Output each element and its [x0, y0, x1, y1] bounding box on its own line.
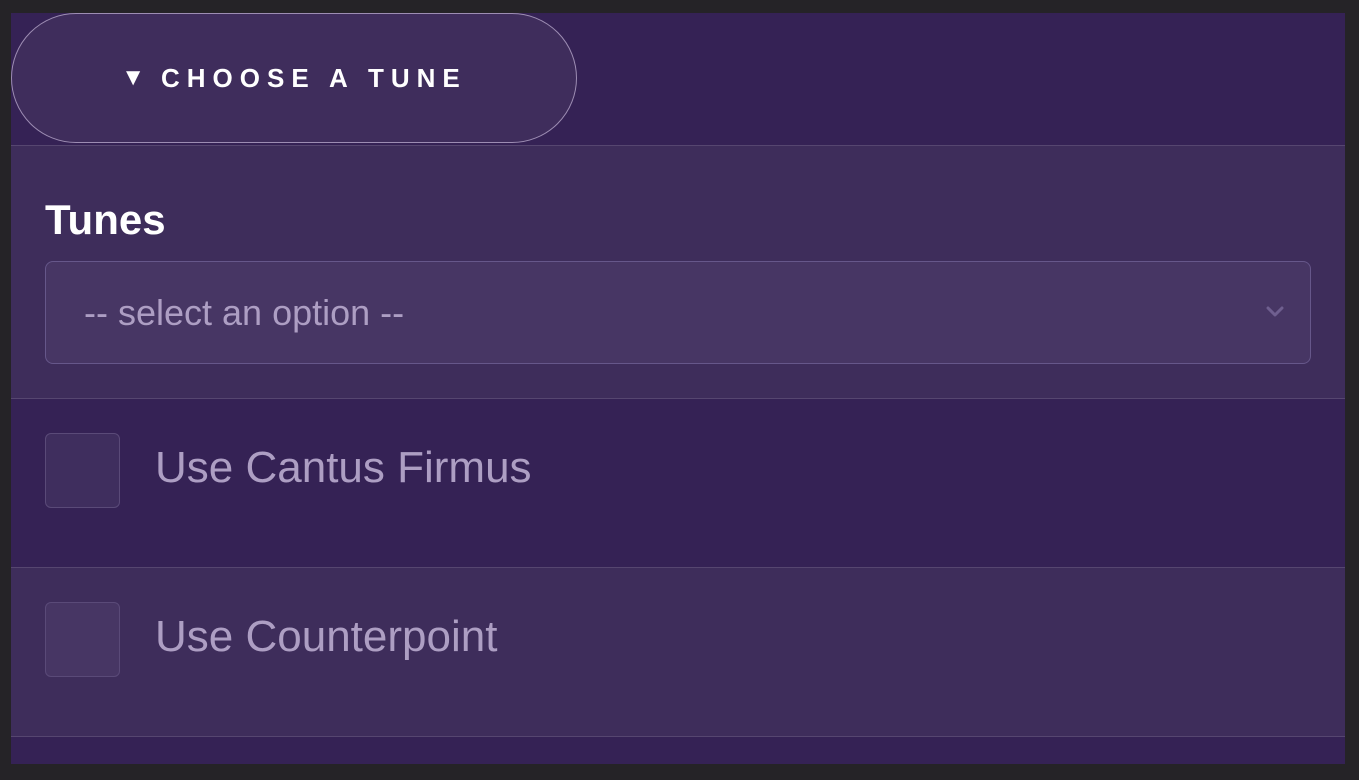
use-counterpoint-label[interactable]: Use Counterpoint	[155, 612, 497, 662]
use-cantus-firmus-label[interactable]: Use Cantus Firmus	[155, 443, 532, 493]
choose-a-tune-toggle-button[interactable]: ▼ CHOOSE A TUNE	[11, 13, 577, 143]
use-counterpoint-checkbox[interactable]	[45, 602, 120, 677]
chevron-down-icon	[1266, 306, 1284, 317]
next-row	[11, 736, 1345, 764]
tune-settings-panel: ▼ CHOOSE A TUNE Tunes -- select an optio…	[11, 13, 1345, 764]
triangle-down-icon: ▼	[121, 64, 145, 91]
tunes-section: Tunes -- select an option --	[11, 145, 1345, 398]
toggle-label: CHOOSE A TUNE	[161, 62, 467, 93]
cantus-firmus-row: Use Cantus Firmus	[11, 398, 1345, 567]
tunes-select-value: -- select an option --	[84, 292, 405, 333]
counterpoint-row: Use Counterpoint	[11, 567, 1345, 736]
tunes-select[interactable]: -- select an option --	[45, 261, 1311, 364]
tunes-label: Tunes	[45, 196, 166, 243]
use-cantus-firmus-checkbox[interactable]	[45, 433, 120, 508]
